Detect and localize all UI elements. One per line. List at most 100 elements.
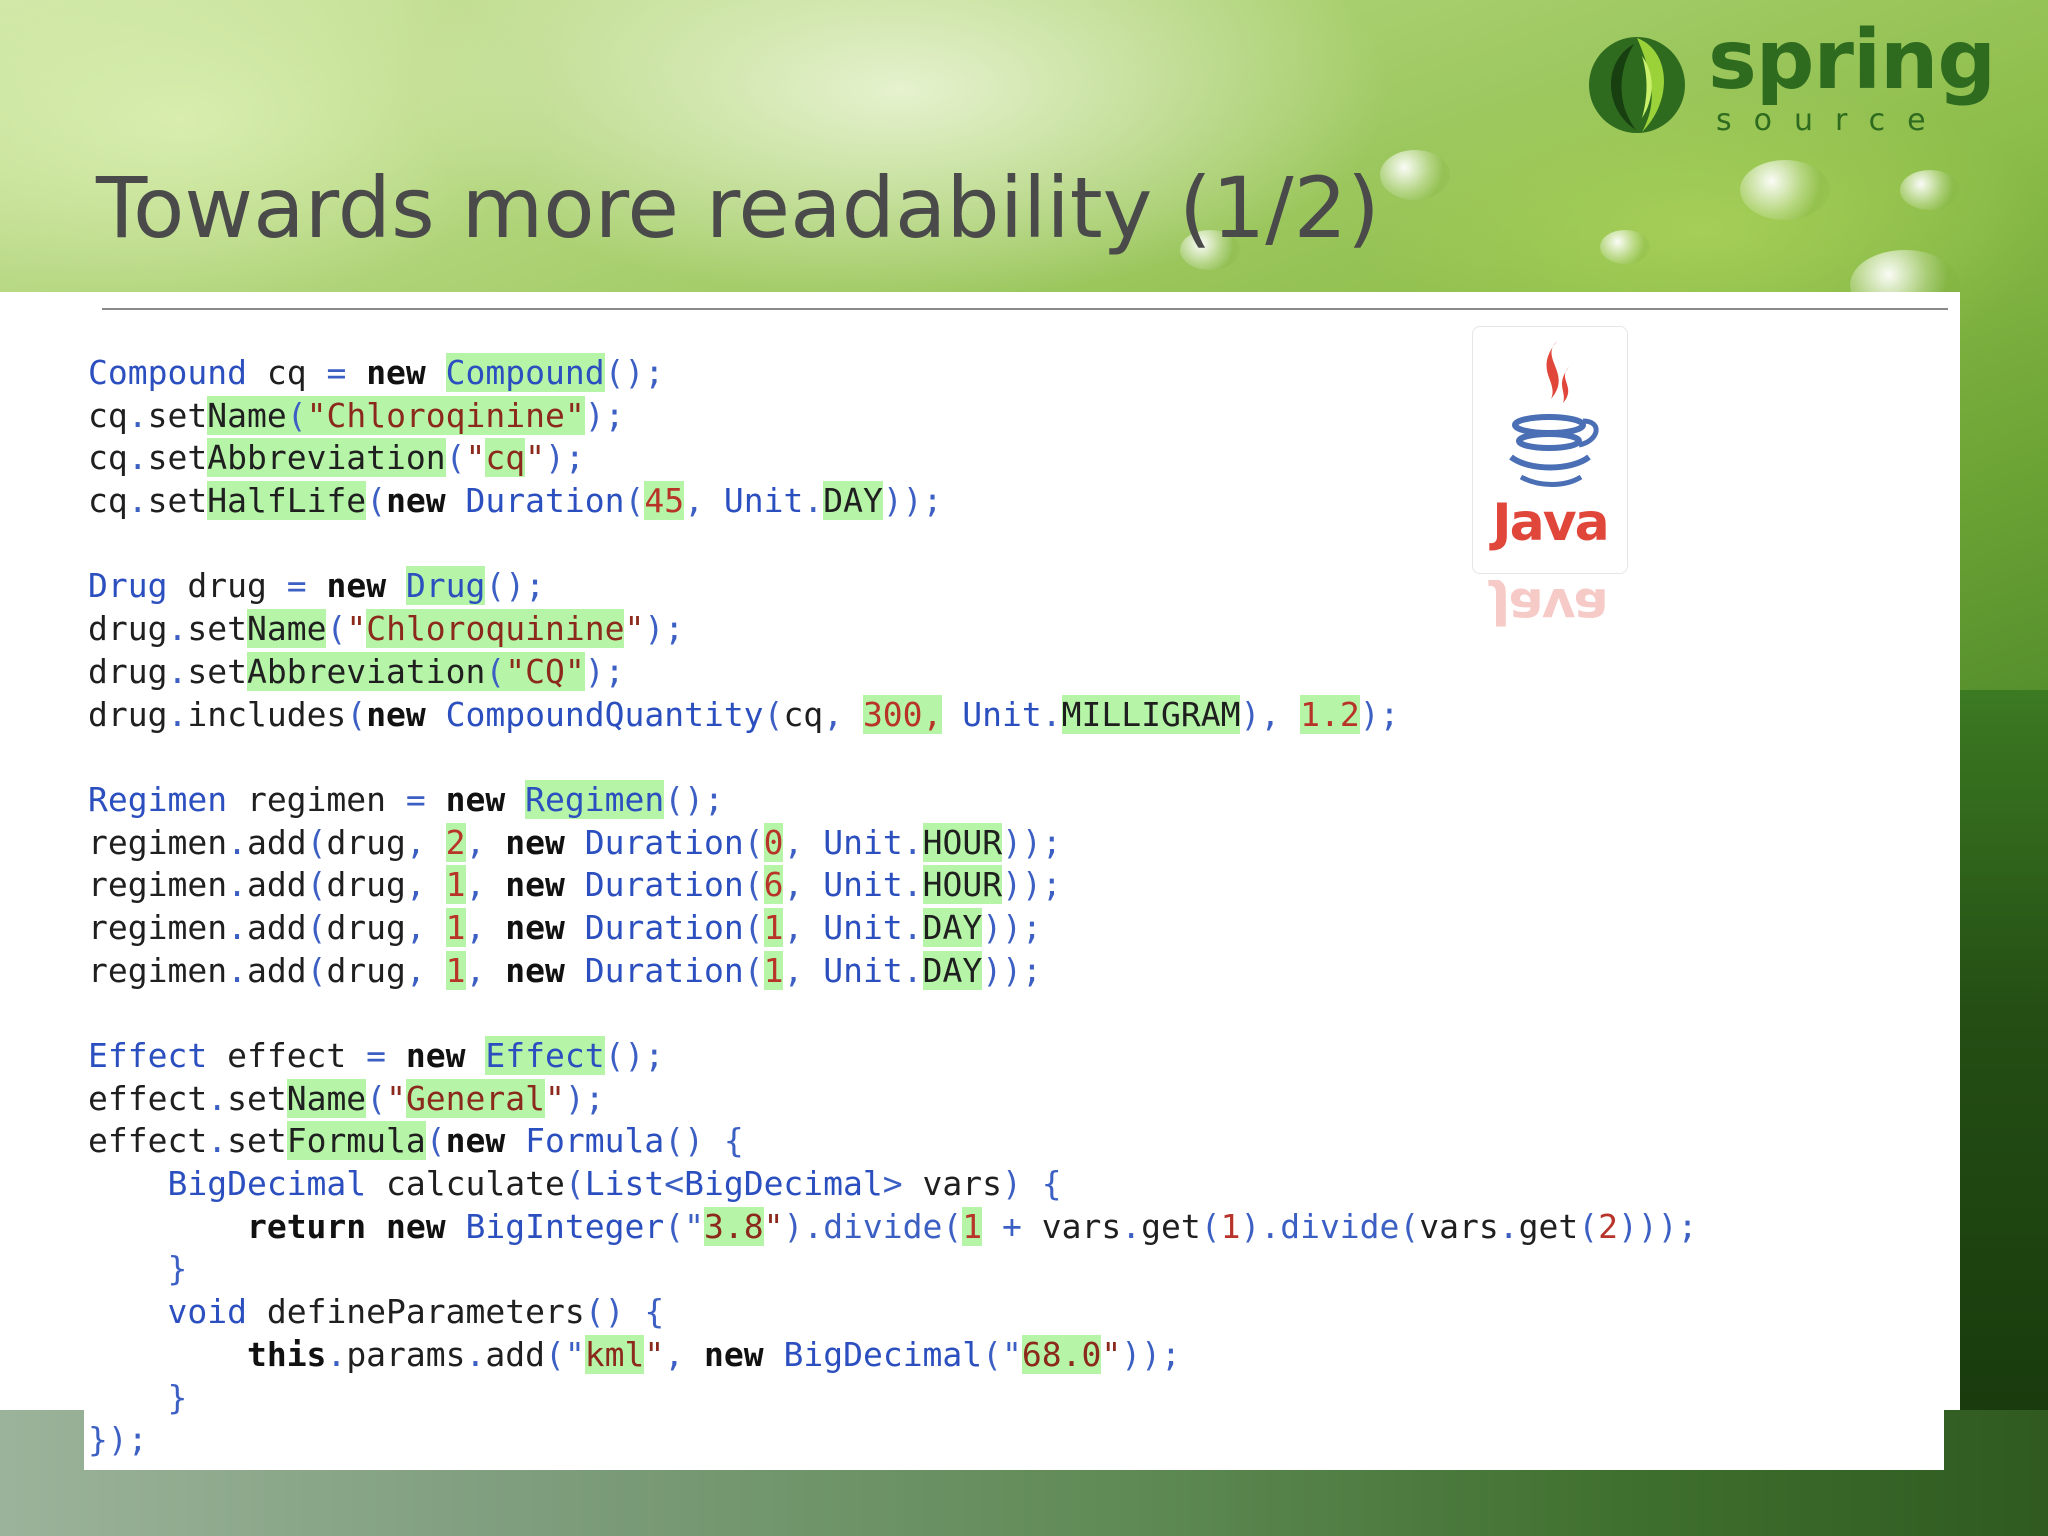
code-token: (: [326, 609, 347, 649]
code-token: ).divide(: [783, 1206, 963, 1246]
code-token: MILLIGRAM: [1061, 694, 1241, 734]
code-token: .: [803, 481, 824, 521]
code-token: ": [346, 609, 367, 649]
code-token: Unit: [962, 694, 1042, 734]
code-line: });: [88, 1419, 1697, 1462]
code-line: Compound cq = new Compound();: [88, 352, 1697, 395]
code-token: ),: [1240, 694, 1301, 734]
code-token: ,: [465, 865, 506, 905]
code-token: () {: [664, 1121, 744, 1161]
code-line: regimen.add(drug, 1, new Duration(6, Uni…: [88, 864, 1697, 907]
code-token: ,: [405, 822, 446, 862]
code-token: .: [1121, 1206, 1142, 1246]
code-token: HOUR: [922, 822, 1003, 862]
code-token: BigInteger: [465, 1206, 665, 1246]
code-token: Compound: [445, 353, 605, 392]
code-token: 1: [445, 950, 466, 990]
code-token: cq: [88, 481, 128, 521]
code-token: DAY: [922, 950, 983, 990]
code-token: ) {: [1002, 1164, 1062, 1204]
code-token: 300,: [862, 694, 943, 734]
code-token: =: [326, 353, 347, 392]
code-token: add: [246, 865, 307, 905]
code-token: drug: [88, 609, 168, 649]
water-drop: [1900, 170, 1960, 210]
code-token: Regimen: [88, 779, 228, 819]
code-token: }: [167, 1377, 188, 1417]
code-token: ,: [465, 907, 506, 947]
water-drop: [1600, 230, 1650, 264]
code-token: (: [743, 822, 764, 862]
code-token: .: [127, 438, 148, 478]
code-token: 6: [763, 865, 784, 905]
code-token: CompoundQuantity: [445, 694, 764, 734]
code-token: ": [1101, 1334, 1122, 1374]
code-token: 1: [962, 1206, 983, 1246]
code-token: set: [147, 395, 208, 435]
code-token: ": [545, 1078, 565, 1118]
code-token: cq: [88, 395, 128, 435]
code-line: effect.setFormula(new Formula() {: [88, 1120, 1697, 1163]
code-token: drug: [88, 651, 168, 691]
code-token: regimen: [227, 779, 406, 819]
code-token: =: [286, 566, 307, 606]
code-token: Chloroquinine: [366, 609, 625, 649]
code-token: .: [167, 694, 188, 734]
code-token: drug: [326, 950, 406, 990]
code-token: new: [505, 822, 565, 862]
code-token: ,: [664, 1334, 704, 1374]
code-token: ,: [684, 481, 724, 521]
code-token: =: [366, 1036, 387, 1075]
code-token: add: [246, 822, 307, 862]
code-token: HalfLife: [207, 481, 367, 521]
code-token: new: [386, 1206, 446, 1246]
code-line: this.params.add("kml", new BigDecimal("6…: [88, 1334, 1697, 1377]
code-token: vars: [1419, 1206, 1499, 1246]
code-token: DAY: [823, 481, 883, 521]
leaf-shadow: [1960, 690, 2048, 1410]
code-token: effect: [88, 1078, 208, 1118]
code-token: 45: [644, 481, 685, 521]
code-token: drug: [326, 865, 406, 905]
code-token: Name: [286, 1078, 367, 1118]
code-token: ,: [783, 865, 824, 905]
code-token: get: [1141, 1206, 1201, 1246]
code-token: Duration: [584, 950, 744, 990]
code-token: new: [366, 694, 426, 734]
code-token: add: [246, 907, 307, 947]
code-line: regimen.add(drug, 1, new Duration(1, Uni…: [88, 907, 1697, 950]
code-token: General: [405, 1078, 546, 1118]
code-token: ": [644, 1334, 665, 1374]
code-token: .: [227, 950, 247, 990]
code-token: ,: [405, 907, 446, 947]
title-divider: [102, 308, 1948, 310]
code-token: });: [88, 1420, 148, 1460]
spring-leaf-icon: [1589, 37, 1685, 133]
code-token: .: [1498, 1206, 1519, 1246]
code-token: "Chloroqinine": [306, 395, 585, 435]
code-token: 2: [1598, 1206, 1618, 1246]
code-token: ));: [982, 950, 1042, 990]
code-token: (: [743, 907, 764, 947]
code-token: (: [564, 1164, 585, 1204]
code-token: defineParameters: [246, 1292, 585, 1332]
code-token: new: [704, 1334, 764, 1374]
code-token: effect: [207, 1036, 367, 1075]
code-token: Duration: [584, 822, 744, 862]
code-line: void defineParameters() {: [88, 1291, 1697, 1334]
code-token: regimen: [88, 950, 228, 990]
code-token: Unit: [823, 865, 903, 905]
code-token: (: [366, 1078, 387, 1118]
code-token: cq: [88, 438, 128, 478]
source-wordmark: source: [1716, 103, 1948, 138]
code-token: add: [246, 950, 307, 990]
code-token: Regimen: [525, 779, 665, 819]
